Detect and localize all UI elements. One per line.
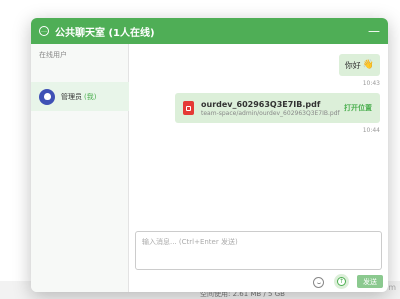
upload-icon: ↑ [337,277,346,286]
smiley-icon[interactable] [313,277,324,288]
message-time: 10:43 [362,80,380,87]
user-list-item[interactable]: 管理员 (我) [31,82,129,111]
chat-main: 你好 👋 10:43 ourdev_602963Q3E7IB.pdf team-… [129,44,388,292]
message-text: 你好 [344,60,361,70]
open-location-button[interactable]: 打开位置 [344,103,372,113]
user-self-tag: (我) [84,92,97,101]
message-input-area [135,231,382,270]
message-list[interactable]: 你好 👋 10:43 ourdev_602963Q3E7IB.pdf team-… [129,44,388,229]
file-info: ourdev_602963Q3E7IB.pdf team-space/admin… [201,100,344,117]
minimize-button[interactable]: — [368,25,380,37]
user-name: 管理员 [61,92,82,101]
chat-title: 公共聊天室 (1人在线) [55,27,155,39]
chat-header: … 公共聊天室 (1人在线) — [31,18,388,44]
file-message-time: 10:44 [362,127,380,134]
file-message-card: ourdev_602963Q3E7IB.pdf team-space/admin… [175,93,380,123]
pdf-icon [183,101,194,115]
sidebar-title: 在线用户 [39,51,67,59]
input-toolbar: ↑ 发送 [129,273,388,292]
upload-button[interactable]: ↑ [334,274,349,289]
message-input[interactable] [136,232,381,269]
wave-emoji: 👋 [362,60,374,70]
online-users-sidebar: 在线用户 管理员 (我) [31,44,129,292]
file-name: ourdev_602963Q3E7IB.pdf [201,99,321,109]
message-bubble: 你好 👋 [338,54,380,76]
user-icon [39,88,55,105]
chat-window: … 公共聊天室 (1人在线) — 在线用户 管理员 (我) 你好 👋 10:43… [31,18,388,292]
file-path: team-space/admin/ourdev_602963Q3E7IB.pdf [201,109,340,117]
chat-bubble-icon: … [39,26,49,36]
send-button[interactable]: 发送 [357,275,383,288]
